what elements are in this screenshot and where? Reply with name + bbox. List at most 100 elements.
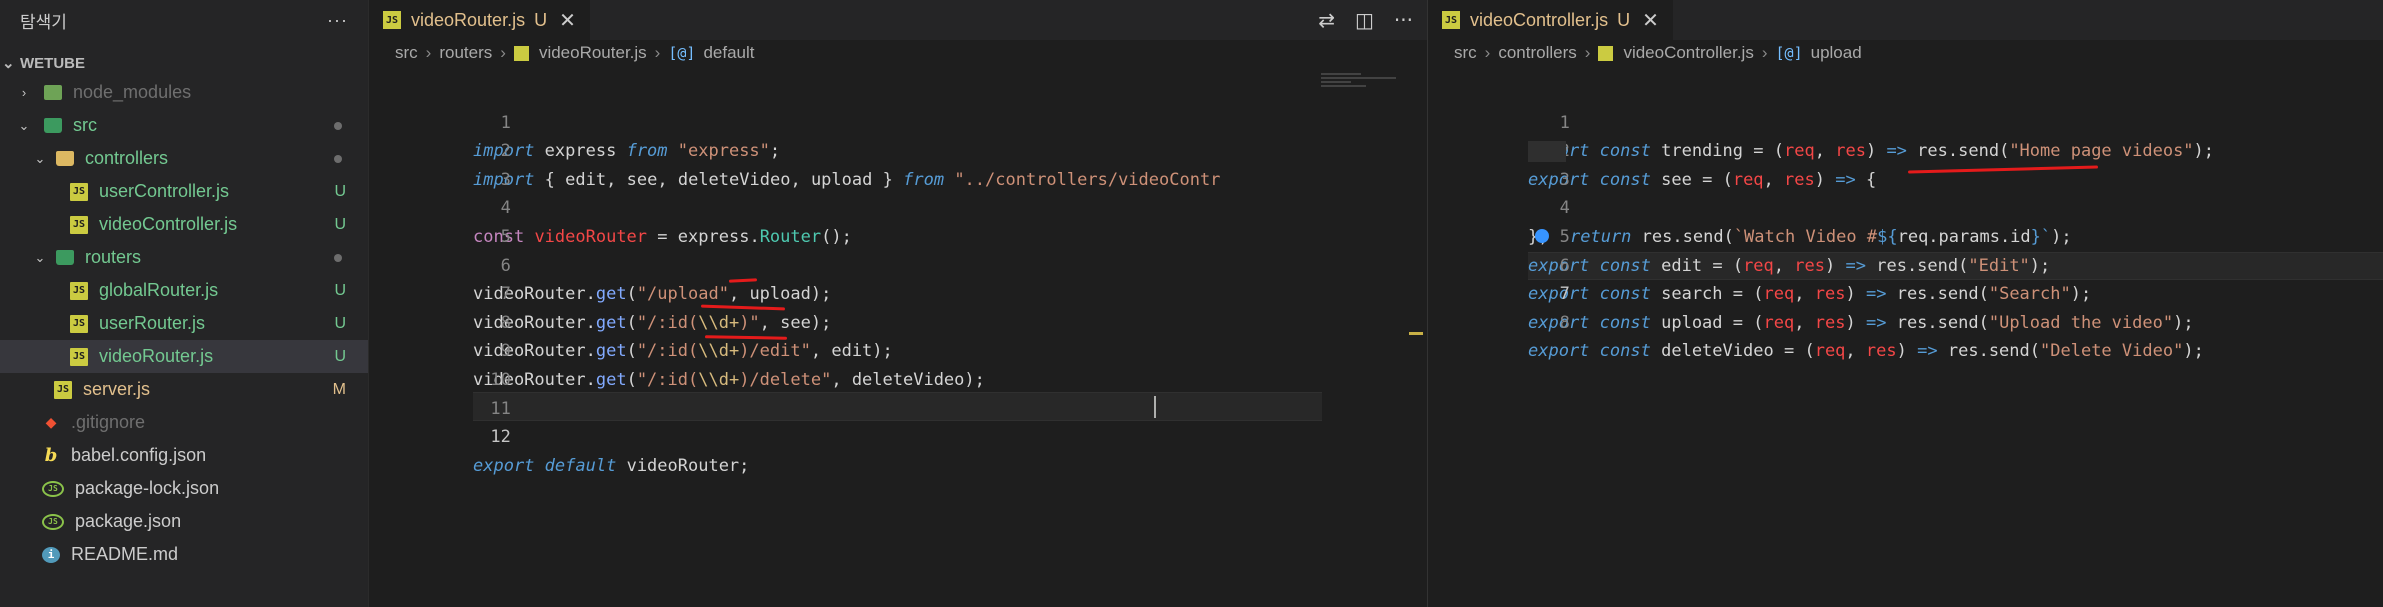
tree-item-label: .gitignore bbox=[71, 412, 146, 432]
modified-dot bbox=[334, 154, 342, 163]
js-file-icon: JS bbox=[70, 314, 88, 333]
tree-item-controllers[interactable]: ⌄ controllers bbox=[0, 142, 368, 175]
breadcrumb-item[interactable]: videoController.js bbox=[1623, 43, 1753, 63]
code-line: 7 export const upload = (req, res) => re… bbox=[1428, 252, 2383, 333]
js-file-icon: JS bbox=[70, 347, 88, 366]
tab-bar: JS videoController.js U ✕ bbox=[1428, 0, 2383, 40]
tree-item-label: README.md bbox=[71, 544, 179, 564]
folder-icon bbox=[56, 151, 74, 166]
code-line: 8 export const deleteVideo = (req, res) … bbox=[1428, 280, 2383, 362]
tree-item-src[interactable]: ⌄ src bbox=[0, 109, 368, 142]
chevron-right-icon: › bbox=[500, 43, 506, 62]
editor-actions: ⇄ ◫ ··· bbox=[1318, 0, 1413, 40]
tree-item-label: server.js bbox=[83, 379, 151, 399]
chevron-down-icon: ⌄ bbox=[34, 150, 46, 166]
tree-item-routers[interactable]: ⌄ routers bbox=[0, 241, 368, 274]
tree-item-usercontroller[interactable]: JS userController.js U bbox=[0, 175, 368, 208]
close-icon[interactable]: ✕ bbox=[1642, 8, 1659, 33]
symbol-icon: [@] bbox=[668, 44, 696, 62]
tree-item-label: node_modules bbox=[73, 82, 192, 102]
js-file-icon: JS bbox=[70, 182, 88, 201]
tree-item-node-modules[interactable]: › node_modules bbox=[0, 76, 368, 109]
code-line: 5 bbox=[369, 194, 1427, 247]
tree-item-label: userController.js bbox=[99, 181, 230, 201]
tab-label: videoRouter.js bbox=[411, 9, 526, 30]
tree-item-videocontroller[interactable]: JS videoController.js U bbox=[0, 208, 368, 241]
tree-item-label: babel.config.json bbox=[71, 445, 207, 465]
chevron-down-icon: ⌄ bbox=[18, 117, 30, 133]
open-changes-icon[interactable]: ⇄ bbox=[1318, 8, 1335, 32]
tree-item-videorouter[interactable]: JS videoRouter.js U bbox=[0, 340, 368, 373]
nodejs-icon: JS bbox=[42, 480, 64, 497]
chevron-right-icon: › bbox=[1761, 43, 1768, 62]
breadcrumb-item[interactable]: routers bbox=[439, 43, 492, 63]
code-line: 12 export default videoRouter; bbox=[369, 395, 1427, 476]
git-badge: U bbox=[334, 215, 346, 233]
tree-item-label: controllers bbox=[85, 148, 169, 168]
breakpoint-dot[interactable] bbox=[1535, 228, 1549, 243]
git-badge: M bbox=[332, 380, 346, 398]
routers-folder-icon bbox=[56, 250, 74, 265]
chevron-right-icon: › bbox=[654, 43, 661, 62]
breadcrumb-item[interactable]: default bbox=[703, 43, 754, 63]
text-cursor bbox=[1154, 396, 1156, 418]
indent-guide bbox=[1528, 141, 1566, 163]
chevron-right-icon: › bbox=[425, 43, 432, 62]
tree-item-readme[interactable]: i README.md bbox=[0, 538, 368, 571]
breadcrumb-item[interactable]: src bbox=[395, 43, 418, 63]
code-line: 5 export const edit = (req, res) => res.… bbox=[1428, 194, 2383, 276]
js-file-icon: JS bbox=[70, 281, 88, 300]
modified-dot bbox=[334, 121, 342, 130]
js-file-icon bbox=[513, 45, 529, 61]
code-line: 10 bbox=[369, 337, 1427, 390]
breadcrumb-item[interactable]: upload bbox=[1811, 43, 1862, 63]
breadcrumb-item[interactable]: src bbox=[1454, 43, 1477, 63]
git-badge: U bbox=[334, 182, 346, 200]
breadcrumb-item[interactable]: videoRouter.js bbox=[539, 43, 647, 63]
tree-item-gitignore[interactable]: ◆ .gitignore bbox=[0, 406, 368, 439]
vscode-window: 탐색기 ··· ⌄ WETUBE › node_modules ⌄ src ⌄ … bbox=[0, 0, 2383, 607]
code-line: 6 export const search = (req, res) => re… bbox=[1428, 223, 2383, 304]
tab-bar: JS videoRouter.js U ✕ ⇄ ◫ ··· bbox=[369, 0, 1427, 40]
editor-pane-video-controller: JS videoController.js U ✕ src › controll… bbox=[1427, 0, 2383, 607]
code-editor[interactable]: 1 export const trending = (req, res) => … bbox=[1428, 80, 2383, 362]
symbol-icon: [@] bbox=[1775, 44, 1803, 62]
code-line: 3 return res.send(`Watch Video #${req.pa… bbox=[1428, 137, 2383, 247]
modified-dot bbox=[334, 253, 342, 262]
code-line: 2 import { edit, see, deleteVideo, uploa… bbox=[369, 109, 1427, 190]
tree-item-userrouter[interactable]: JS userRouter.js U bbox=[0, 307, 368, 340]
tab-video-router[interactable]: JS videoRouter.js U ✕ bbox=[369, 0, 591, 40]
more-actions-icon[interactable]: ··· bbox=[1394, 8, 1413, 32]
close-icon[interactable]: ✕ bbox=[559, 8, 576, 33]
code-line: 11 bbox=[369, 366, 1427, 419]
workspace-section[interactable]: ⌄ WETUBE bbox=[0, 50, 368, 76]
code-line: 9 videoRouter.get("/:id(\\d+)/delete", d… bbox=[369, 309, 1427, 390]
code-line: 6 videoRouter.get("/upload", upload); bbox=[369, 223, 1427, 305]
tree-item-server[interactable]: JS server.js M bbox=[0, 373, 368, 406]
split-editor-icon[interactable]: ◫ bbox=[1355, 8, 1374, 32]
tree-item-label: package.json bbox=[75, 511, 182, 531]
js-file-icon bbox=[1598, 45, 1614, 61]
tree-item-package-json[interactable]: JS package.json bbox=[0, 505, 368, 538]
explorer-title: 탐색기 bbox=[20, 12, 67, 32]
chevron-right-icon: › bbox=[1584, 43, 1591, 62]
code-line: 8 videoRouter.get("/:id(\\d+)/edit", edi… bbox=[369, 280, 1427, 362]
tree-item-globalrouter[interactable]: JS globalRouter.js U bbox=[0, 274, 368, 307]
tree-item-babel-config[interactable]: b babel.config.json bbox=[0, 439, 368, 472]
tree-item-package-lock[interactable]: JS package-lock.json bbox=[0, 472, 368, 505]
code-editor[interactable]: 1 import express from "express"; 2 impor… bbox=[369, 80, 1427, 476]
tree-item-label: routers bbox=[85, 247, 142, 267]
tree-item-label: videoRouter.js bbox=[99, 346, 214, 366]
tree-item-label: package-lock.json bbox=[75, 478, 220, 498]
breadcrumb: src › controllers › videoController.js ›… bbox=[1428, 40, 2383, 66]
breadcrumb-item[interactable]: controllers bbox=[1498, 43, 1576, 63]
tab-video-controller[interactable]: JS videoController.js U ✕ bbox=[1428, 0, 1674, 40]
code-line: 7 videoRouter.get("/:id(\\d+)", see); bbox=[369, 252, 1427, 333]
explorer-sidebar: 탐색기 ··· ⌄ WETUBE › node_modules ⌄ src ⌄ … bbox=[0, 0, 369, 607]
git-badge: U bbox=[1617, 9, 1631, 30]
code-line: 2 export const see = (req, res) => { bbox=[1428, 109, 2383, 190]
node-folder-icon bbox=[44, 85, 62, 100]
line-number: 12 bbox=[490, 427, 511, 448]
git-badge: U bbox=[334, 281, 346, 299]
more-actions-icon[interactable]: ··· bbox=[327, 10, 348, 31]
